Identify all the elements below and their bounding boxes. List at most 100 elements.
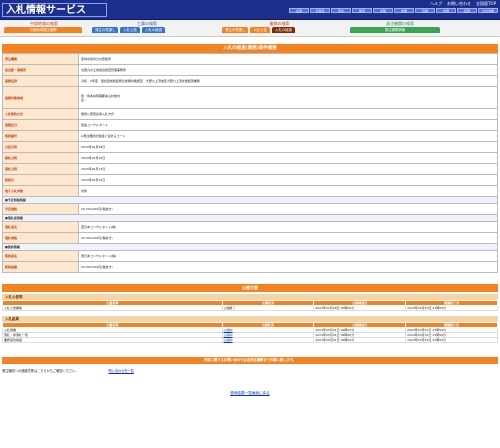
detail-label: 契約番号 — [2, 130, 79, 142]
detail-subheading: ■予定価格情報 — [2, 196, 498, 204]
search-navbar: 中部地域の検索 中部地域発注機関 工事の検索 発注の見通し 入札公告 入札の経過… — [0, 20, 500, 37]
detail-value: ※発注機関が独自に定めるコード — [78, 130, 498, 142]
detail-value: 令和 5年度 国営造成施設緊急整備対策調査 大野川上流地区大野川上流水量観測業務 — [78, 75, 498, 87]
region-shikoku[interactable]: 四国 — [457, 8, 477, 13]
open-document-link[interactable]: 公開中 — [224, 333, 233, 337]
detail-row: 落札価格 20,300,000円(税抜き) — [2, 232, 498, 244]
detail-value: 熊・熊本県阿蘇郡産山村地内 宮・ — [78, 86, 498, 109]
nav-group-agencies: 発注機関の検索 発注機関情報 — [350, 21, 450, 33]
tab-local-agencies[interactable]: 中部地域発注機関 — [4, 27, 82, 33]
detail-label: 契約者名 — [2, 250, 79, 262]
tab-services-notice[interactable]: 入札公告 — [250, 27, 270, 33]
region-chugoku[interactable]: 中国 — [436, 8, 456, 13]
detail-value: 対象 — [78, 185, 498, 197]
detail-row: ■落札者情報 — [2, 214, 498, 222]
nav-title-construction: 工事の検索 — [137, 21, 157, 26]
detail-value: 2023年04月21日 — [78, 174, 498, 186]
detail-value: 農林水産省九州農政局 — [78, 53, 498, 65]
detail-label: 落札日時 — [2, 163, 79, 175]
contact-list-link[interactable]: 問い合わせ先一覧 — [109, 368, 135, 373]
detail-value: 2023年02月28日 — [78, 141, 498, 153]
top-links: ヘルプ お問い合わせ 全国版TOP — [430, 1, 496, 7]
header: 入札情報サービス ヘルプ お問い合わせ 全国版TOP 全国 北海道 東北 関東 … — [0, 0, 500, 20]
region-zenkoku[interactable]: 全国 — [289, 8, 309, 13]
detail-row: 電子入札対象 対象 — [2, 185, 498, 197]
detail-label: 予定価格 — [2, 203, 79, 215]
detail-label: 契約日 — [2, 174, 79, 186]
doc-name-cell: 入札公告書等 — [2, 305, 223, 311]
back-to-results-link[interactable]: 検索結果一覧画面に戻る — [230, 391, 270, 395]
detail-subheading: ■落札者情報 — [2, 214, 498, 222]
detail-label: 開札日時 — [2, 152, 79, 164]
detail-label: 入札契約方式 — [2, 108, 79, 120]
detail-label: 契約金額 — [2, 261, 79, 273]
open-document-link[interactable]: 公開中 — [224, 338, 233, 342]
table-row: 業務契約締結 公開中 2023年05月01日 09時00分 2024年03月31日 2… — [2, 337, 498, 343]
tab-construction-outlook[interactable]: 発注の見通し — [92, 27, 119, 33]
inquiry-bar: 内容に関するお問い合わせは各発注機関までお願い致します。 — [2, 357, 498, 364]
detail-label: 業務対象地域 — [2, 86, 79, 109]
contact-link[interactable]: お問い合わせ — [447, 1, 471, 7]
detail-label: 発注機関 — [2, 53, 79, 65]
detail-row: ■予定価格情報 — [2, 196, 498, 204]
doc-name-cell: 業務契約締結 — [2, 337, 223, 343]
tab-construction-progress[interactable]: 入札の経過 — [141, 27, 165, 33]
tab-construction-notice[interactable]: 入札公告 — [120, 27, 140, 33]
status-cell: 公開終了 — [221, 305, 315, 311]
region-kinki[interactable]: 近畿 — [415, 8, 435, 13]
nav-group-services: 業務の検索 発注の見通し 入札公告 入札の経過 — [222, 21, 337, 33]
tab-services-progress[interactable]: 入札の経過 — [271, 27, 295, 33]
detail-value: 20,300,000円(税抜き) — [78, 261, 498, 273]
nav-title-local: 中部地域の検索 — [30, 21, 58, 26]
region-tohoku[interactable]: 東北 — [331, 8, 351, 13]
region-tabs: 全国 北海道 東北 関東 北陸 中部 近畿 中国 四国 九州沖縄 — [278, 8, 498, 13]
detail-row: 業務区分 建設コンサルタント — [2, 119, 498, 131]
nav-title-agencies: 発注機関の検索 — [386, 21, 414, 26]
detail-row: 落札者名 西日本コンサルタント(株) — [2, 221, 498, 233]
detail-subheading: ■契約情報 — [2, 243, 498, 251]
detail-value: 北部九州土地改良調査管理事務所 — [78, 64, 498, 76]
table-row: 入札公告書等 公開終了 2023年02月28日 00時00分 2023年03月10日 … — [2, 305, 498, 311]
detail-row: 予定価格 20,700,000円(税抜き) — [2, 203, 498, 215]
public-table-notice: 文書名称 公開状況 公開開始日 閲覧終了日 入札公告書等 公開終了 2023年02月… — [2, 300, 498, 311]
region-hokuriku[interactable]: 北陸 — [373, 8, 393, 13]
detail-row: 開札日時 2023年03月15日 — [2, 152, 498, 164]
contact-row: 発注機関への連絡先等はこちらからご確認ください。 問い合わせ先一覧 — [2, 368, 498, 373]
detail-row: 業務名称 令和 5年度 国営造成施設緊急整備対策調査 大野川上流地区大野川上流水量… — [2, 75, 498, 87]
region-kyushu[interactable]: 九州沖縄 — [478, 8, 498, 13]
end-cell: 2023年03月10日 23時59分 — [405, 305, 498, 311]
detail-table: 発注機関 農林水産省九州農政局 担当部・事務所 北部九州土地改良調査管理事務所 業務名称… — [2, 53, 498, 273]
help-link[interactable]: ヘルプ — [430, 1, 442, 7]
region-chubu[interactable]: 中部 — [394, 8, 414, 13]
site-logo[interactable]: 入札情報サービス — [2, 3, 107, 17]
nav-group-construction: 工事の検索 発注の見通し 入札公告 入札の経過 — [92, 21, 202, 33]
detail-row: 公告日時 2023年02月28日 — [2, 141, 498, 153]
tab-agency-info[interactable]: 発注機関情報 — [350, 27, 440, 33]
detail-row: 契約日 2023年04月21日 — [2, 174, 498, 186]
detail-value: 西日本コンサルタント(株) — [78, 221, 498, 233]
detail-label: 担当部・事務所 — [2, 64, 79, 76]
detail-label: 落札者名 — [2, 221, 79, 233]
detail-value: 20,700,000円(税抜き) — [78, 203, 498, 215]
region-kanto[interactable]: 関東 — [352, 8, 372, 13]
national-top-link[interactable]: 全国版TOP — [476, 1, 496, 7]
nav-group-local: 中部地域の検索 中部地域発注機関 — [4, 21, 84, 33]
detail-row: 落札日時 2023年04月13日 — [2, 163, 498, 175]
detail-label: 業務名称 — [2, 75, 79, 87]
open-document-link[interactable]: 公開中 — [224, 328, 233, 332]
detail-label: 公告日時 — [2, 141, 79, 153]
tab-services-outlook[interactable]: 発注の見通し — [222, 27, 249, 33]
detail-label: 電子入札対象 — [2, 185, 79, 197]
region-hokkaido[interactable]: 北海道 — [310, 8, 330, 13]
public-table-results: 文書名称 公開状況 公開開始日 閲覧終了日 入札調書 公開中 2023年05月01日… — [2, 322, 498, 343]
detail-value: 2023年03月15日 — [78, 152, 498, 164]
back-row: 検索結果一覧画面に戻る — [0, 391, 500, 396]
detail-value: 建設コンサルタント — [78, 119, 498, 131]
nav-title-services: 業務の検索 — [269, 21, 290, 26]
status-cell: 公開中 — [221, 337, 315, 343]
end-cell: 2024年03月31日 23時59分 — [405, 337, 498, 343]
detail-row: 契約番号 ※発注機関が独自に定めるコード — [2, 130, 498, 142]
public-docs-title: 公開文書 — [2, 284, 498, 292]
detail-row: 契約金額 20,300,000円(税抜き) — [2, 261, 498, 273]
detail-row: 入札契約方式 簡易公募型競争入札方式 — [2, 108, 498, 120]
